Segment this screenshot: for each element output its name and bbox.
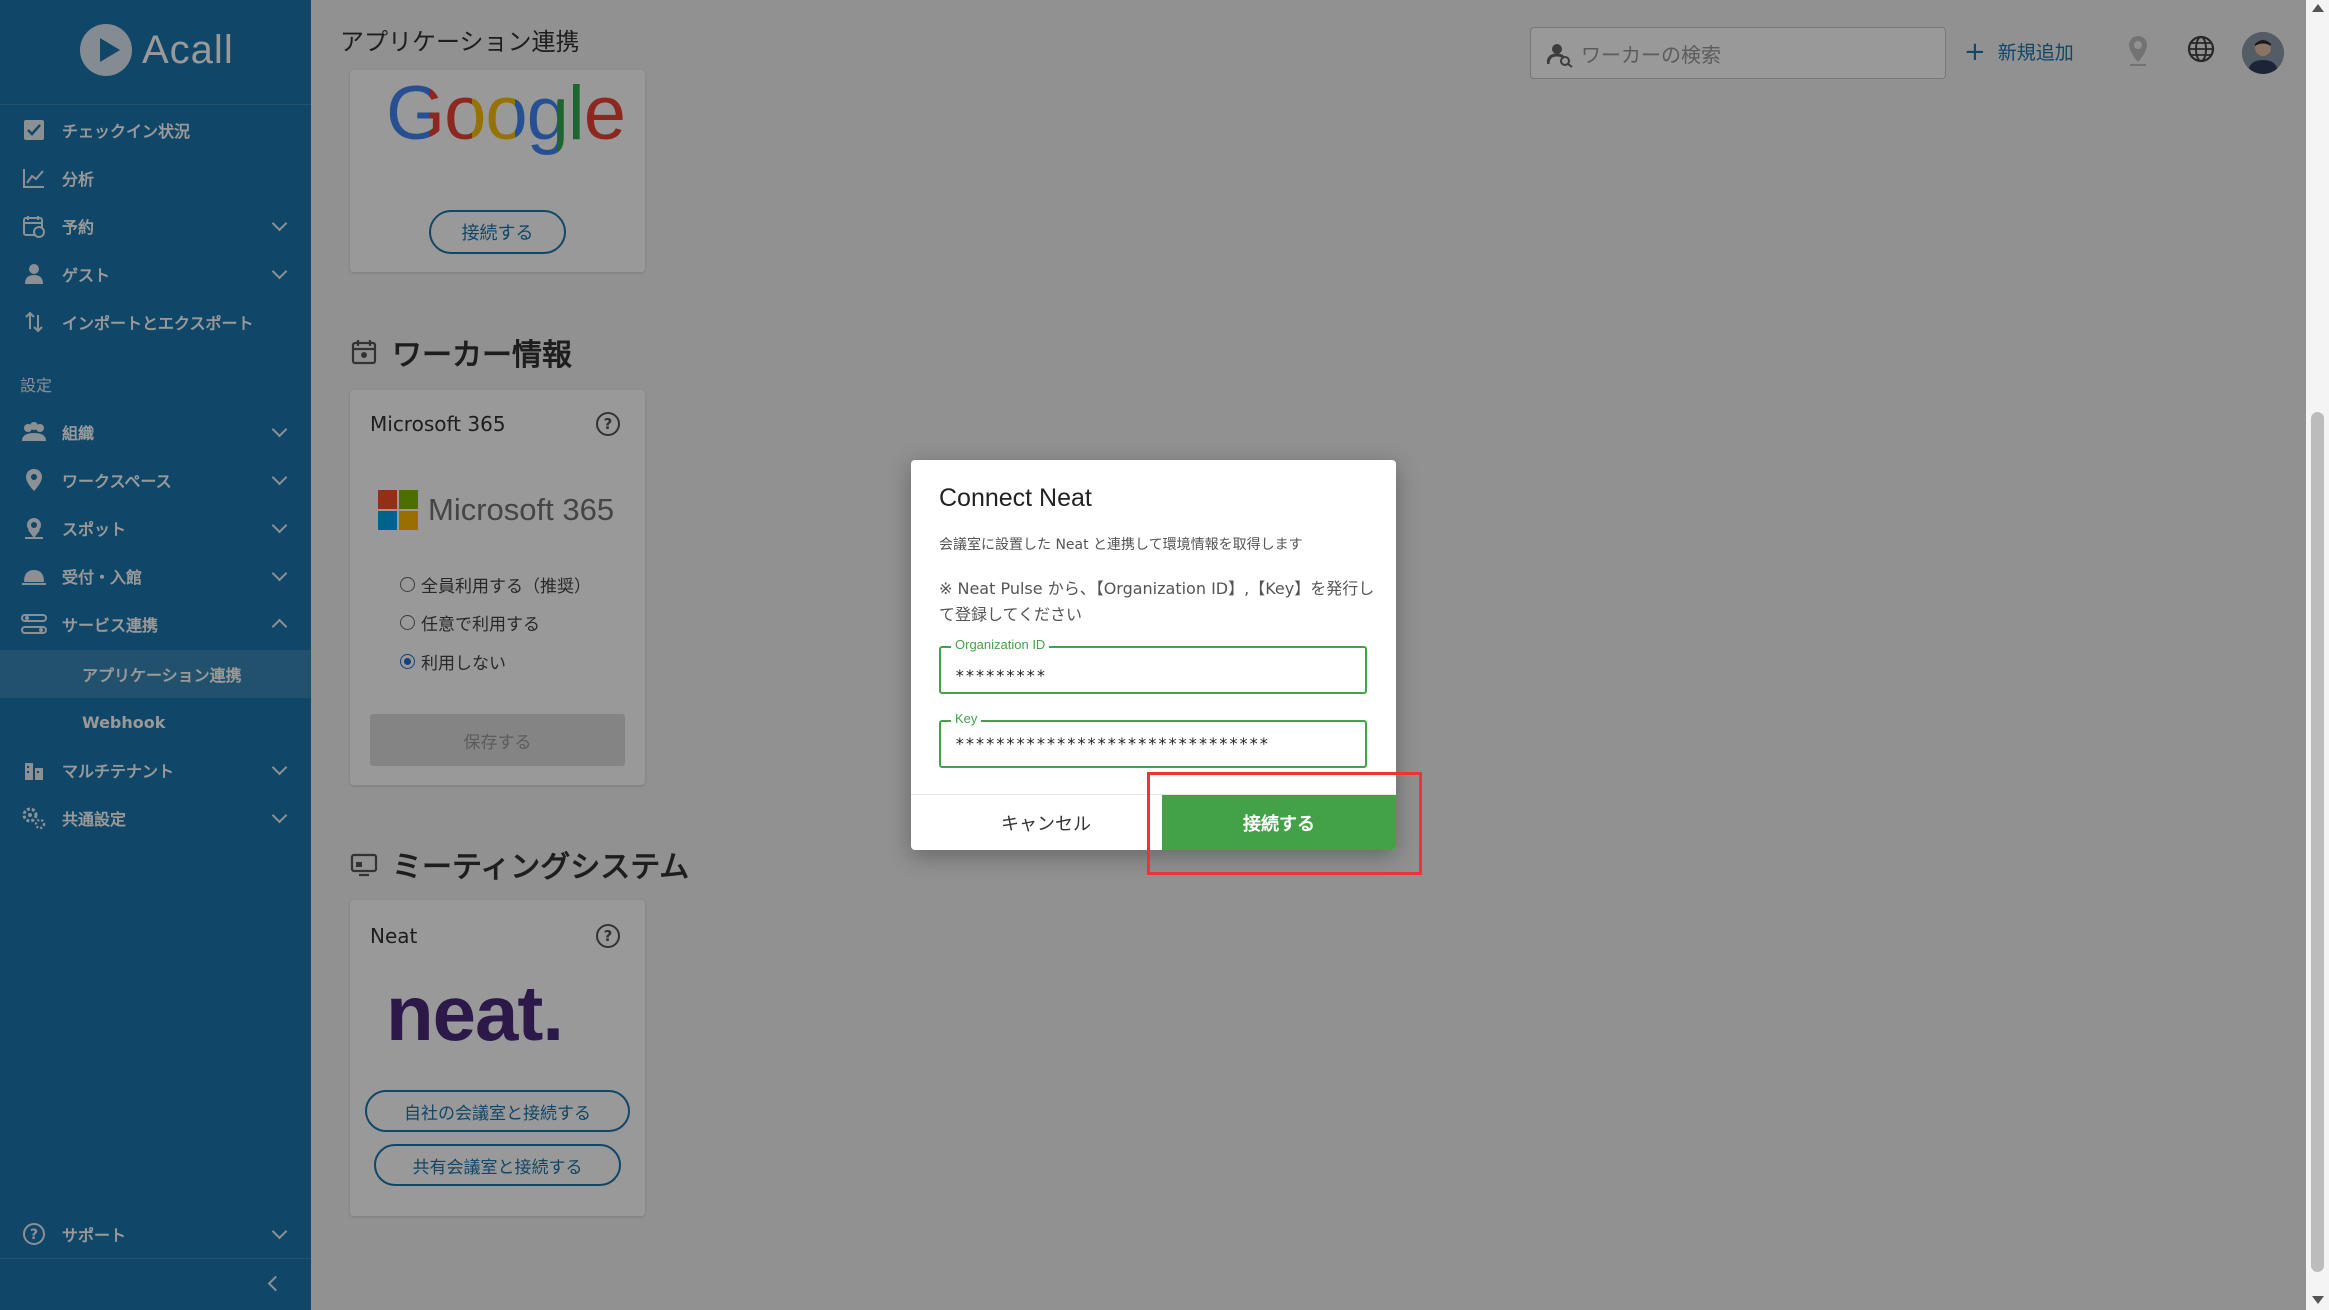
highlight-annotation <box>1147 772 1422 875</box>
dialog-title: Connect Neat <box>939 484 1092 512</box>
dialog-description: 会議室に設置した Neat と連携して環境情報を取得します <box>939 537 1303 553</box>
key-label: Key <box>951 711 982 726</box>
organization-id-label: Organization ID <box>951 637 1050 652</box>
scroll-thumb[interactable] <box>2311 412 2324 1272</box>
cancel-button[interactable]: キャンセル <box>991 808 1101 838</box>
scrollbar[interactable] <box>2306 0 2329 1310</box>
scroll-down-icon[interactable] <box>2312 1296 2324 1304</box>
key-field[interactable]: Key ******************************* <box>939 711 1367 768</box>
dialog-note: ※ Neat Pulse から、【Organization ID】,【Key】を… <box>939 579 1375 624</box>
organization-id-field[interactable]: Organization ID ********* <box>939 637 1367 694</box>
scroll-up-icon[interactable] <box>2312 4 2324 12</box>
key-value: ******************************* <box>955 734 1270 753</box>
organization-id-value: ********* <box>955 666 1047 685</box>
